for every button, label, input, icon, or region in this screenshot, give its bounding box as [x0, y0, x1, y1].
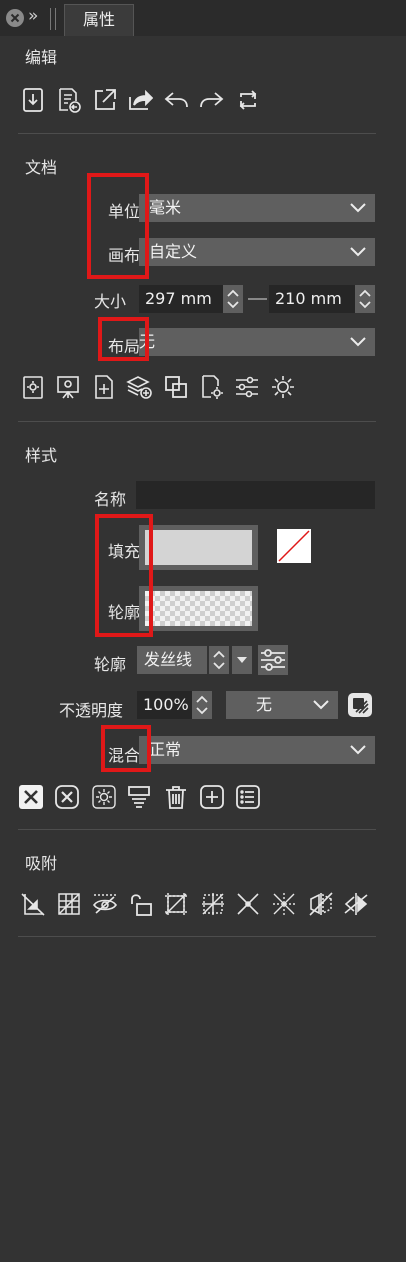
panel-grip-icon[interactable]	[50, 8, 56, 30]
blend-value: 正常	[149, 740, 182, 759]
fill-swatch[interactable]	[139, 525, 258, 570]
no-color-icon[interactable]	[277, 529, 311, 563]
units-dropdown[interactable]: 毫米	[139, 194, 375, 222]
undo-icon[interactable]	[163, 87, 189, 113]
add-style-icon[interactable]	[199, 784, 225, 810]
snap-page-icon[interactable]	[20, 891, 46, 917]
import-icon[interactable]	[20, 87, 46, 113]
snap-bounds-icon[interactable]	[163, 891, 189, 917]
stroke-settings-icon[interactable]	[258, 645, 288, 675]
document-settings-icon[interactable]	[199, 374, 225, 400]
snap-unlock-icon[interactable]	[128, 891, 154, 917]
style-toolbar	[18, 783, 268, 811]
section-title-style: 样式	[25, 446, 58, 465]
stroke-stepper[interactable]	[209, 646, 229, 674]
snap-flip-icon[interactable]	[343, 891, 369, 917]
snap-mirror-icon[interactable]	[308, 891, 334, 917]
opacity-mode-value: 无	[256, 695, 273, 714]
stroke-menu-button[interactable]	[232, 646, 252, 674]
close-icon[interactable]	[6, 9, 24, 27]
opacity-mask-icon[interactable]	[347, 692, 373, 718]
document-toolbar	[20, 374, 300, 402]
chevron-down-icon	[350, 203, 366, 213]
adjust-sliders-icon[interactable]	[234, 374, 260, 400]
chevron-down-icon	[350, 247, 366, 257]
apply-style-icon[interactable]	[126, 784, 152, 810]
snap-intersection-icon[interactable]	[235, 891, 261, 917]
snap-toolbar	[20, 891, 370, 919]
clear-style-icon[interactable]	[54, 784, 80, 810]
divider	[18, 829, 376, 830]
canvas-dropdown[interactable]: 自定义	[139, 238, 375, 266]
duplicate-icon[interactable]	[163, 374, 189, 400]
tab-properties[interactable]: 属性	[64, 4, 134, 36]
section-title-edit: 编辑	[25, 48, 58, 67]
highlight-box	[98, 317, 149, 361]
height-stepper[interactable]	[355, 285, 375, 313]
snap-center-icon[interactable]	[200, 891, 226, 917]
divider	[18, 421, 376, 422]
document-export-icon[interactable]	[56, 87, 82, 113]
divider	[18, 133, 376, 134]
open-external-icon[interactable]	[92, 87, 118, 113]
outline-color-preview	[145, 591, 252, 626]
chevron-down-icon	[313, 700, 329, 710]
opacity-stepper[interactable]	[192, 691, 212, 719]
snap-visible-icon[interactable]	[92, 891, 118, 917]
snap-grid-icon[interactable]	[56, 891, 82, 917]
size-link-line	[248, 298, 267, 300]
page-settings-icon[interactable]	[20, 374, 46, 400]
chevron-down-icon	[350, 745, 366, 755]
canvas-value: 自定义	[149, 242, 198, 261]
opacity-label: 不透明度	[59, 701, 124, 720]
style-settings-icon[interactable]	[91, 784, 117, 810]
highlight-box	[101, 725, 151, 772]
outline-swatch[interactable]	[139, 586, 258, 631]
remove-style-icon[interactable]	[18, 784, 44, 810]
height-field[interactable]: 210 mm	[269, 285, 355, 313]
refresh-icon[interactable]	[235, 87, 261, 113]
delete-icon[interactable]	[163, 784, 189, 810]
width-stepper[interactable]	[223, 285, 243, 313]
stroke-label: 轮廓	[94, 655, 127, 674]
units-value: 毫米	[149, 198, 182, 217]
presentation-settings-icon[interactable]	[55, 374, 81, 400]
divider	[18, 936, 376, 937]
redo-icon[interactable]	[199, 87, 225, 113]
layout-dropdown[interactable]: 无	[139, 328, 375, 356]
add-layer-icon[interactable]	[126, 374, 152, 400]
opacity-mode-dropdown[interactable]: 无	[226, 691, 338, 719]
add-page-icon[interactable]	[91, 374, 117, 400]
fill-color-preview	[145, 530, 252, 565]
gear-icon[interactable]	[270, 374, 296, 400]
width-field[interactable]: 297 mm	[139, 285, 223, 313]
section-title-document: 文档	[25, 158, 58, 177]
name-label: 名称	[94, 490, 127, 509]
blend-dropdown[interactable]: 正常	[139, 736, 375, 764]
size-label: 大小	[94, 292, 127, 311]
snap-guide-icon[interactable]	[271, 891, 297, 917]
highlight-box	[95, 514, 153, 637]
chevron-down-icon	[350, 337, 366, 347]
collapse-panel-icon[interactable]: »	[28, 6, 38, 26]
edit-toolbar	[20, 87, 270, 115]
opacity-field[interactable]: 100%	[137, 691, 192, 719]
name-field[interactable]	[136, 481, 375, 509]
share-icon[interactable]	[127, 87, 153, 113]
stroke-dropdown[interactable]: 发丝线	[137, 646, 207, 674]
highlight-box	[87, 173, 149, 279]
style-list-icon[interactable]	[235, 784, 261, 810]
section-title-snap: 吸附	[25, 854, 58, 873]
panel-tab-bar: » 属性	[0, 0, 406, 36]
